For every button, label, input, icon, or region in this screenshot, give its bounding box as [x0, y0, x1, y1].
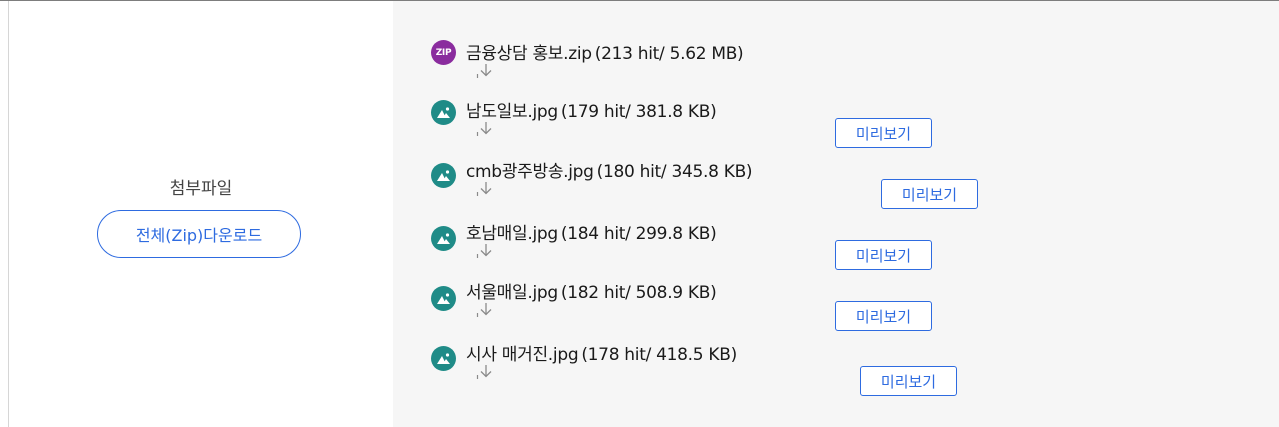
file-item: ZIP 금융상담 홍보.zip (213 hit/ 5.62 MB): [393, 35, 1279, 91]
download-all-zip-button[interactable]: 전체(Zip)다운로드: [97, 210, 301, 258]
file-meta: (178 hit/ 418.5 KB): [581, 345, 737, 365]
file-name: 서울매일.jpg: [466, 283, 558, 303]
file-meta: (179 hit/ 381.8 KB): [560, 102, 717, 122]
file-meta: (213 hit/ 5.62 MB): [594, 44, 744, 64]
download-icon[interactable]: [476, 121, 494, 137]
file-name: 시사 매거진.jpg: [466, 345, 579, 365]
preview-button[interactable]: 미리보기: [835, 240, 932, 270]
attachments-label: 첨부파일: [169, 179, 233, 199]
file-item: 서울매일.jpg (182 hit/ 508.9 KB) 미리보기: [393, 274, 1279, 331]
preview-button[interactable]: 미리보기: [860, 366, 957, 396]
file-link[interactable]: 서울매일.jpg (182 hit/ 508.9 KB): [466, 278, 717, 303]
attachments-label-cell: 첨부파일 전체(Zip)다운로드: [9, 1, 393, 427]
file-item: 시사 매거진.jpg (178 hit/ 418.5 KB) 미리보기: [393, 336, 1279, 396]
file-item: 호남매일.jpg (184 hit/ 299.8 KB) 미리보기: [393, 215, 1279, 271]
zip-icon: ZIP: [431, 40, 456, 65]
download-icon[interactable]: [476, 63, 494, 79]
file-link[interactable]: 금융상담 홍보.zip (213 hit/ 5.62 MB): [466, 39, 744, 64]
image-icon: [431, 346, 456, 371]
file-item: 남도일보.jpg (179 hit/ 381.8 KB) 미리보기: [393, 93, 1279, 149]
file-meta: (180 hit/ 345.8 KB): [596, 162, 753, 182]
file-link[interactable]: 호남매일.jpg (184 hit/ 299.8 KB): [466, 219, 717, 244]
file-meta: (184 hit/ 299.8 KB): [560, 224, 717, 244]
image-icon: [431, 286, 456, 311]
image-icon: [431, 226, 456, 251]
download-icon[interactable]: [476, 181, 494, 197]
image-icon: [431, 100, 456, 125]
file-name: 호남매일.jpg: [466, 224, 558, 244]
file-name: cmb광주방송.jpg: [466, 162, 594, 182]
preview-button[interactable]: 미리보기: [835, 301, 932, 331]
file-meta: (182 hit/ 508.9 KB): [560, 283, 717, 303]
preview-button[interactable]: 미리보기: [835, 118, 932, 148]
file-link[interactable]: 시사 매거진.jpg (178 hit/ 418.5 KB): [466, 340, 737, 365]
file-name: 금융상담 홍보.zip: [466, 44, 592, 64]
preview-button[interactable]: 미리보기: [881, 179, 978, 209]
download-icon[interactable]: [476, 243, 494, 259]
file-link[interactable]: 남도일보.jpg (179 hit/ 381.8 KB): [466, 97, 717, 122]
download-icon[interactable]: [476, 302, 494, 318]
file-item: cmb광주방송.jpg (180 hit/ 345.8 KB) 미리보기: [393, 153, 1279, 209]
attachments-list: ZIP 금융상담 홍보.zip (213 hit/ 5.62 MB) 남도일보.j…: [393, 1, 1279, 427]
file-name: 남도일보.jpg: [466, 102, 558, 122]
file-link[interactable]: cmb광주방송.jpg (180 hit/ 345.8 KB): [466, 157, 753, 182]
image-icon: [431, 163, 456, 188]
download-icon[interactable]: [476, 364, 494, 380]
